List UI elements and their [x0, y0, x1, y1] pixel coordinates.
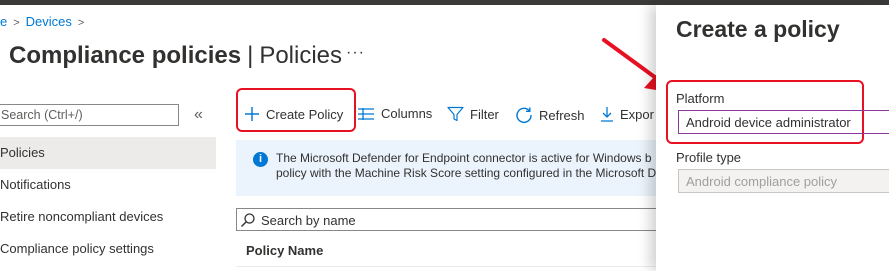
- profile-type-label: Profile type: [676, 150, 742, 165]
- breadcrumb: e > Devices >: [0, 14, 90, 29]
- create-policy-button[interactable]: Create Policy: [244, 106, 343, 122]
- download-icon: [601, 107, 613, 122]
- refresh-button[interactable]: Refresh: [515, 106, 585, 124]
- platform-value: Android device administrator: [686, 115, 851, 130]
- info-banner: i The Microsoft Defender for Endpoint co…: [236, 140, 656, 196]
- chevron-right-icon: >: [77, 17, 85, 29]
- profile-type-dropdown[interactable]: Android compliance policy: [678, 169, 889, 193]
- more-options-button[interactable]: ···: [346, 44, 365, 62]
- filter-icon: [447, 106, 464, 122]
- sidebar-item-policies[interactable]: Policies: [0, 137, 216, 169]
- sidebar-item-retire-noncompliant[interactable]: Retire noncompliant devices: [0, 201, 216, 233]
- sidebar-search-input[interactable]: Search (Ctrl+/): [0, 104, 179, 126]
- filter-button[interactable]: Filter: [447, 106, 499, 122]
- profile-type-value: Android compliance policy: [686, 174, 838, 189]
- columns-button[interactable]: Columns: [357, 106, 432, 121]
- chevron-right-icon: >: [13, 17, 20, 29]
- search-icon: [241, 213, 255, 227]
- export-button[interactable]: Expor: [600, 106, 654, 122]
- plus-icon: [245, 107, 259, 121]
- policy-name-column-header[interactable]: Policy Name: [246, 243, 323, 258]
- search-by-name-placeholder: Search by name: [261, 213, 356, 228]
- create-policy-label: Create Policy: [266, 106, 344, 122]
- breadcrumb-home[interactable]: e: [0, 14, 7, 29]
- banner-line-2: policy with the Machine Risk Score setti…: [276, 166, 657, 180]
- page-title-sub: Policies: [259, 42, 343, 69]
- columns-label: Columns: [381, 106, 433, 121]
- breadcrumb-devices[interactable]: Devices: [26, 14, 72, 29]
- page-title-main: Compliance policies: [9, 42, 242, 69]
- sidebar-item-label: Notifications: [0, 177, 71, 192]
- sidebar-item-label: Compliance policy settings: [0, 241, 154, 256]
- columns-icon: [358, 107, 374, 120]
- refresh-label: Refresh: [539, 107, 585, 123]
- sidebar-item-compliance-settings[interactable]: Compliance policy settings: [0, 233, 216, 265]
- filter-label: Filter: [470, 106, 499, 122]
- title-separator: |: [247, 42, 254, 69]
- page-title: Compliance policies | Policies: [9, 42, 342, 70]
- refresh-icon: [516, 107, 532, 124]
- header-divider: [236, 266, 666, 267]
- export-label: Expor: [620, 106, 654, 122]
- platform-label: Platform: [676, 91, 725, 106]
- platform-dropdown[interactable]: Android device administrator: [678, 110, 889, 134]
- sidebar-search-placeholder: Search (Ctrl+/): [1, 108, 83, 122]
- search-by-name-input[interactable]: Search by name: [236, 208, 666, 231]
- sidebar-item-notifications[interactable]: Notifications: [0, 169, 216, 201]
- collapse-sidebar-button[interactable]: «: [194, 106, 203, 124]
- sidebar-item-label: Policies: [0, 145, 45, 160]
- panel-title: Create a policy: [676, 16, 840, 42]
- sidebar-item-label: Retire noncompliant devices: [0, 209, 164, 224]
- banner-line-1: The Microsoft Defender for Endpoint conn…: [276, 151, 652, 165]
- create-policy-panel: Create a policy Platform Android device …: [656, 5, 889, 271]
- info-icon: i: [253, 152, 268, 167]
